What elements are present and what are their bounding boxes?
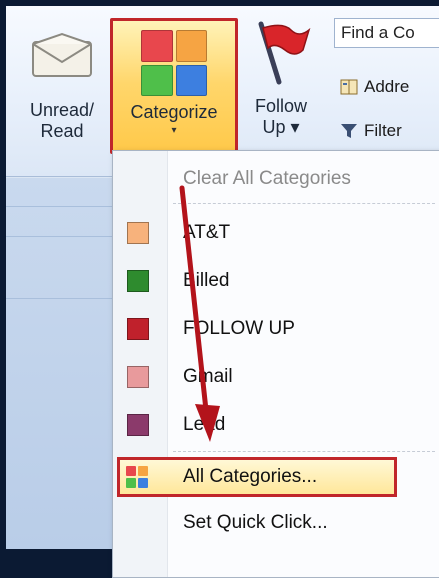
follow-up-button[interactable]: Follow Up ▾ [238, 16, 324, 156]
category-item-att[interactable]: AT&T [113, 211, 439, 255]
category-color-swatch [127, 270, 149, 292]
follow-up-label: Follow Up ▾ [254, 96, 307, 137]
unread-read-label: Unread/ Read [29, 100, 95, 141]
envelope-icon [32, 32, 92, 77]
categorize-label: Categorize [130, 102, 218, 122]
category-color-swatch [127, 366, 149, 388]
category-item-lead[interactable]: Lead [113, 403, 439, 447]
address-book-button[interactable]: Addre [340, 74, 409, 100]
filter-email-button[interactable]: Filter [340, 118, 402, 144]
category-label: FOLLOW UP [183, 318, 295, 339]
category-item-billed[interactable]: Billed [113, 259, 439, 303]
categorize-dropdown-menu: Clear All Categories AT&T Billed FOLLOW … [112, 150, 439, 578]
chevron-down-icon: ▾ [171, 125, 177, 136]
find-contact-input[interactable]: Find a Co [334, 18, 439, 48]
address-book-icon [340, 79, 358, 95]
menu-separator [173, 451, 435, 452]
filter-icon [341, 124, 357, 138]
set-quick-click-item[interactable]: Set Quick Click... [113, 501, 439, 545]
category-color-swatch [127, 414, 149, 436]
category-label: AT&T [183, 222, 231, 243]
categorize-icon [141, 30, 207, 96]
category-item-follow-up[interactable]: FOLLOW UP [113, 307, 439, 351]
clear-all-categories-item[interactable]: Clear All Categories [113, 157, 439, 201]
category-color-swatch [127, 222, 149, 244]
unread-read-button[interactable]: Unread/ Read [16, 16, 108, 156]
all-categories-item[interactable]: All Categories... [117, 457, 397, 497]
category-item-gmail[interactable]: Gmail [113, 355, 439, 399]
clear-all-categories-label: Clear All Categories [183, 168, 351, 189]
menu-separator [173, 203, 435, 204]
all-categories-label: All Categories... [183, 466, 318, 487]
all-categories-icon [126, 466, 148, 488]
set-quick-click-label: Set Quick Click... [183, 512, 328, 533]
address-book-label: Addre [364, 77, 410, 96]
category-label: Lead [183, 414, 226, 435]
category-label: Gmail [183, 366, 233, 387]
category-color-swatch [127, 318, 149, 340]
filter-label: Filter [364, 121, 402, 140]
category-label: Billed [183, 270, 230, 291]
categorize-button[interactable]: Categorize ▾ [110, 18, 238, 154]
flag-icon [258, 21, 311, 85]
